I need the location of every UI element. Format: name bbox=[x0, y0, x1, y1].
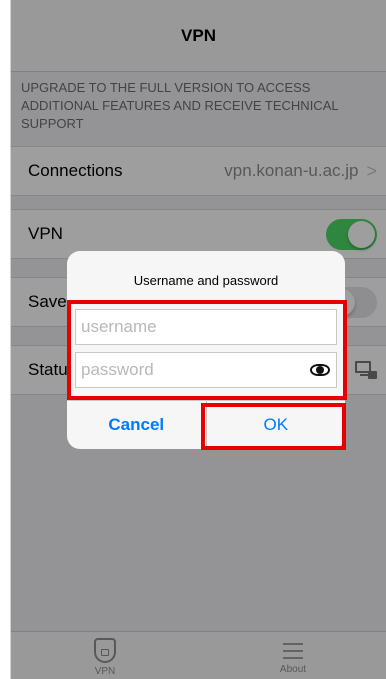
app-screen: VPN UPGRADE TO THE FULL VERSION TO ACCES… bbox=[10, 0, 386, 679]
dialog-button-row: Cancel OK bbox=[67, 400, 345, 449]
username-input[interactable]: username bbox=[75, 309, 337, 345]
login-dialog: Username and password username password … bbox=[67, 251, 345, 449]
password-placeholder: password bbox=[81, 360, 154, 379]
ok-button[interactable]: OK bbox=[207, 401, 346, 449]
username-placeholder: username bbox=[81, 317, 157, 336]
dialog-title: Username and password bbox=[133, 273, 279, 288]
cancel-button[interactable]: Cancel bbox=[67, 401, 207, 449]
show-password-eye-icon[interactable] bbox=[310, 364, 330, 376]
password-input[interactable]: password bbox=[75, 352, 337, 388]
